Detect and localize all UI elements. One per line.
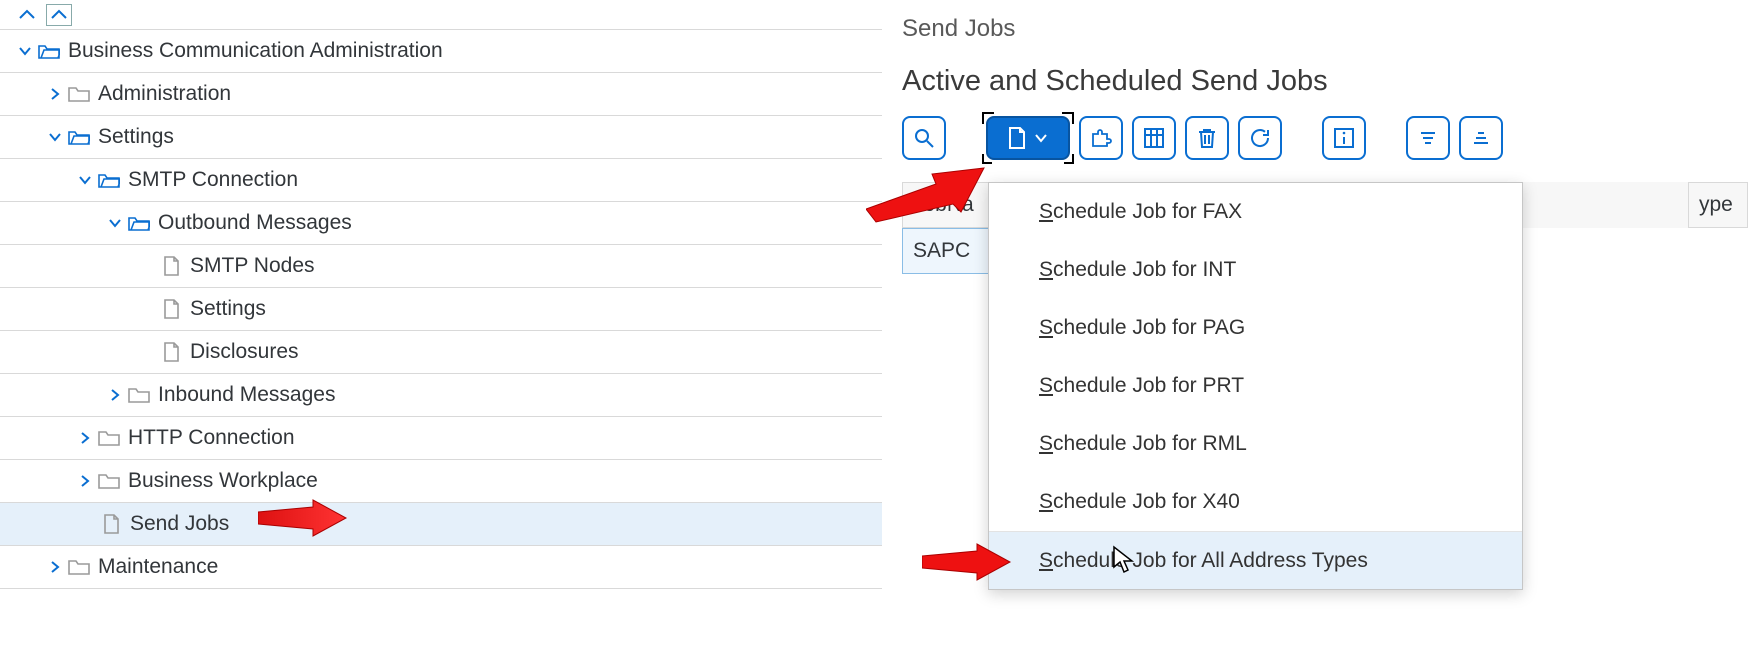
chevron-right-icon[interactable] <box>104 384 126 406</box>
tree-node-http[interactable]: HTTP Connection <box>0 417 882 460</box>
tree-node-label: SMTP Connection <box>128 168 298 192</box>
sort-desc-button[interactable] <box>1459 116 1503 160</box>
menu-item-label: Schedule Job for All Address Types <box>1039 549 1368 573</box>
tree-node-label: HTTP Connection <box>128 426 295 450</box>
create-job-dropdown-button[interactable] <box>986 116 1070 160</box>
menu-item-label: Schedule Job for PRT <box>1039 374 1244 398</box>
chevron-down-icon <box>1033 130 1049 146</box>
chevron-right-icon[interactable] <box>74 427 96 449</box>
folder-icon <box>98 427 120 449</box>
folder-icon <box>68 556 90 578</box>
folder-icon <box>68 83 90 105</box>
tree-node-disclosures[interactable]: Disclosures <box>0 331 882 374</box>
tree-node-label: Disclosures <box>190 340 299 364</box>
tree-node-label: Business Communication Administration <box>68 39 443 63</box>
info-button[interactable] <box>1322 116 1366 160</box>
chevron-right-icon[interactable] <box>44 556 66 578</box>
tree-node-label: SMTP Nodes <box>190 254 315 278</box>
annotation-arrow <box>258 498 348 538</box>
tree-node-bca[interactable]: Business Communication Administration <box>0 30 882 73</box>
tree-node-send-jobs[interactable]: Send Jobs <box>0 503 882 546</box>
delete-button[interactable] <box>1185 116 1229 160</box>
tree-node-label: Administration <box>98 82 231 106</box>
tree-node-workplace[interactable]: Business Workplace <box>0 460 882 503</box>
details-button[interactable] <box>902 116 946 160</box>
expand-all-icon[interactable] <box>46 4 72 26</box>
menu-item-label: Schedule Job for FAX <box>1039 200 1242 224</box>
chevron-down-icon[interactable] <box>74 169 96 191</box>
folder-open-icon <box>128 212 150 234</box>
tree-node-smtp[interactable]: SMTP Connection <box>0 159 882 202</box>
document-icon <box>160 255 182 277</box>
tree-node-settings[interactable]: Settings <box>0 116 882 159</box>
cell-jobname: SAPC <box>902 228 992 274</box>
menu-item-label: Schedule Job for PAG <box>1039 316 1245 340</box>
column-header-type[interactable]: ype <box>1688 182 1748 228</box>
tree-node-label: Send Jobs <box>130 512 229 536</box>
menu-item-int[interactable]: Schedule Job for INT <box>989 241 1522 299</box>
tree-node-maintenance[interactable]: Maintenance <box>0 546 882 589</box>
document-icon <box>160 298 182 320</box>
tree-node-smtp-settings[interactable]: Settings <box>0 288 882 331</box>
chevron-down-icon[interactable] <box>44 126 66 148</box>
tree-node-label: Maintenance <box>98 555 218 579</box>
menu-item-label: Schedule Job for INT <box>1039 258 1236 282</box>
folder-icon <box>128 384 150 406</box>
tree-node-label: Business Workplace <box>128 469 318 493</box>
puzzle-button[interactable] <box>1079 116 1123 160</box>
tree-node-smtp-nodes[interactable]: SMTP Nodes <box>0 245 882 288</box>
folder-open-icon <box>68 126 90 148</box>
toolbar <box>902 116 1748 160</box>
refresh-button[interactable] <box>1238 116 1282 160</box>
cursor-icon <box>1112 545 1134 575</box>
navigation-tree: Business Communication Administration Ad… <box>0 0 882 670</box>
annotation-arrow <box>866 164 986 224</box>
annotation-arrow <box>922 542 1012 582</box>
folder-open-icon <box>38 40 60 62</box>
menu-item-pag[interactable]: Schedule Job for PAG <box>989 299 1522 357</box>
menu-item-prt[interactable]: Schedule Job for PRT <box>989 357 1522 415</box>
menu-item-label: Schedule Job for X40 <box>1039 490 1240 514</box>
section-title: Active and Scheduled Send Jobs <box>902 65 1748 98</box>
tree-top-toolbar <box>0 0 882 30</box>
tree-node-label: Settings <box>190 297 266 321</box>
folder-open-icon <box>98 169 120 191</box>
tree-node-label: Outbound Messages <box>158 211 352 235</box>
folder-icon <box>98 470 120 492</box>
collapse-all-icon[interactable] <box>14 4 40 26</box>
page-header: Send Jobs <box>902 15 1748 43</box>
document-icon <box>160 341 182 363</box>
chevron-right-icon[interactable] <box>74 470 96 492</box>
chevron-down-icon[interactable] <box>14 40 36 62</box>
sort-asc-button[interactable] <box>1406 116 1450 160</box>
create-job-menu: Schedule Job for FAX Schedule Job for IN… <box>988 182 1523 590</box>
menu-item-x40[interactable]: Schedule Job for X40 <box>989 473 1522 531</box>
columns-button[interactable] <box>1132 116 1176 160</box>
tree-node-label: Settings <box>98 125 174 149</box>
menu-item-rml[interactable]: Schedule Job for RML <box>989 415 1522 473</box>
tree-node-outbound[interactable]: Outbound Messages <box>0 202 882 245</box>
document-icon <box>100 513 122 535</box>
tree-node-inbound[interactable]: Inbound Messages <box>0 374 882 417</box>
tree-node-administration[interactable]: Administration <box>0 73 882 116</box>
chevron-down-icon[interactable] <box>104 212 126 234</box>
chevron-right-icon[interactable] <box>44 83 66 105</box>
menu-item-fax[interactable]: Schedule Job for FAX <box>989 183 1522 241</box>
menu-item-label: Schedule Job for RML <box>1039 432 1247 456</box>
menu-item-all-types[interactable]: Schedule Job for All Address Types <box>989 531 1522 589</box>
tree-node-label: Inbound Messages <box>158 383 335 407</box>
